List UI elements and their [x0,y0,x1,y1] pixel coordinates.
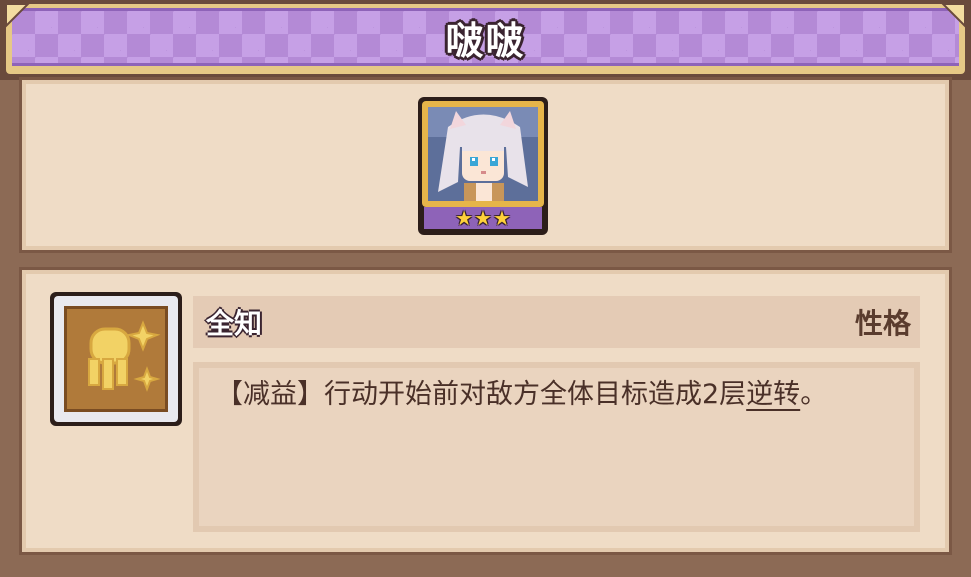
star-icon: ★ [455,206,474,230]
skill-header-bar [193,296,920,348]
skill-icon-card[interactable] [50,292,182,426]
character-portrait-icon [428,107,538,201]
keyword-link[interactable]: 逆转 [746,379,800,410]
skill-name: 全知 [206,307,263,340]
star-icon: ★ [474,206,492,230]
character-portrait-art [428,107,538,201]
character-portrait-card[interactable]: ★ ★ ★ [418,97,548,235]
star-icon: ★ [492,206,511,230]
portrait-gold-frame [422,101,544,207]
skill-type-label: 性格 [854,307,911,340]
skill-crest-art [88,320,161,392]
skill-icon-border [54,296,178,422]
description-prefix: 【减益】行动开始前对敌方全体目标造成2层 [216,379,747,410]
page-title: 啵啵 [445,18,526,63]
star-rating: ★ ★ ★ [424,207,542,229]
skill-description: 【减益】行动开始前对敌方全体目标造成2层逆转。 [216,370,896,420]
skill-crest-icon [64,306,168,412]
description-suffix: 。 [800,379,828,410]
